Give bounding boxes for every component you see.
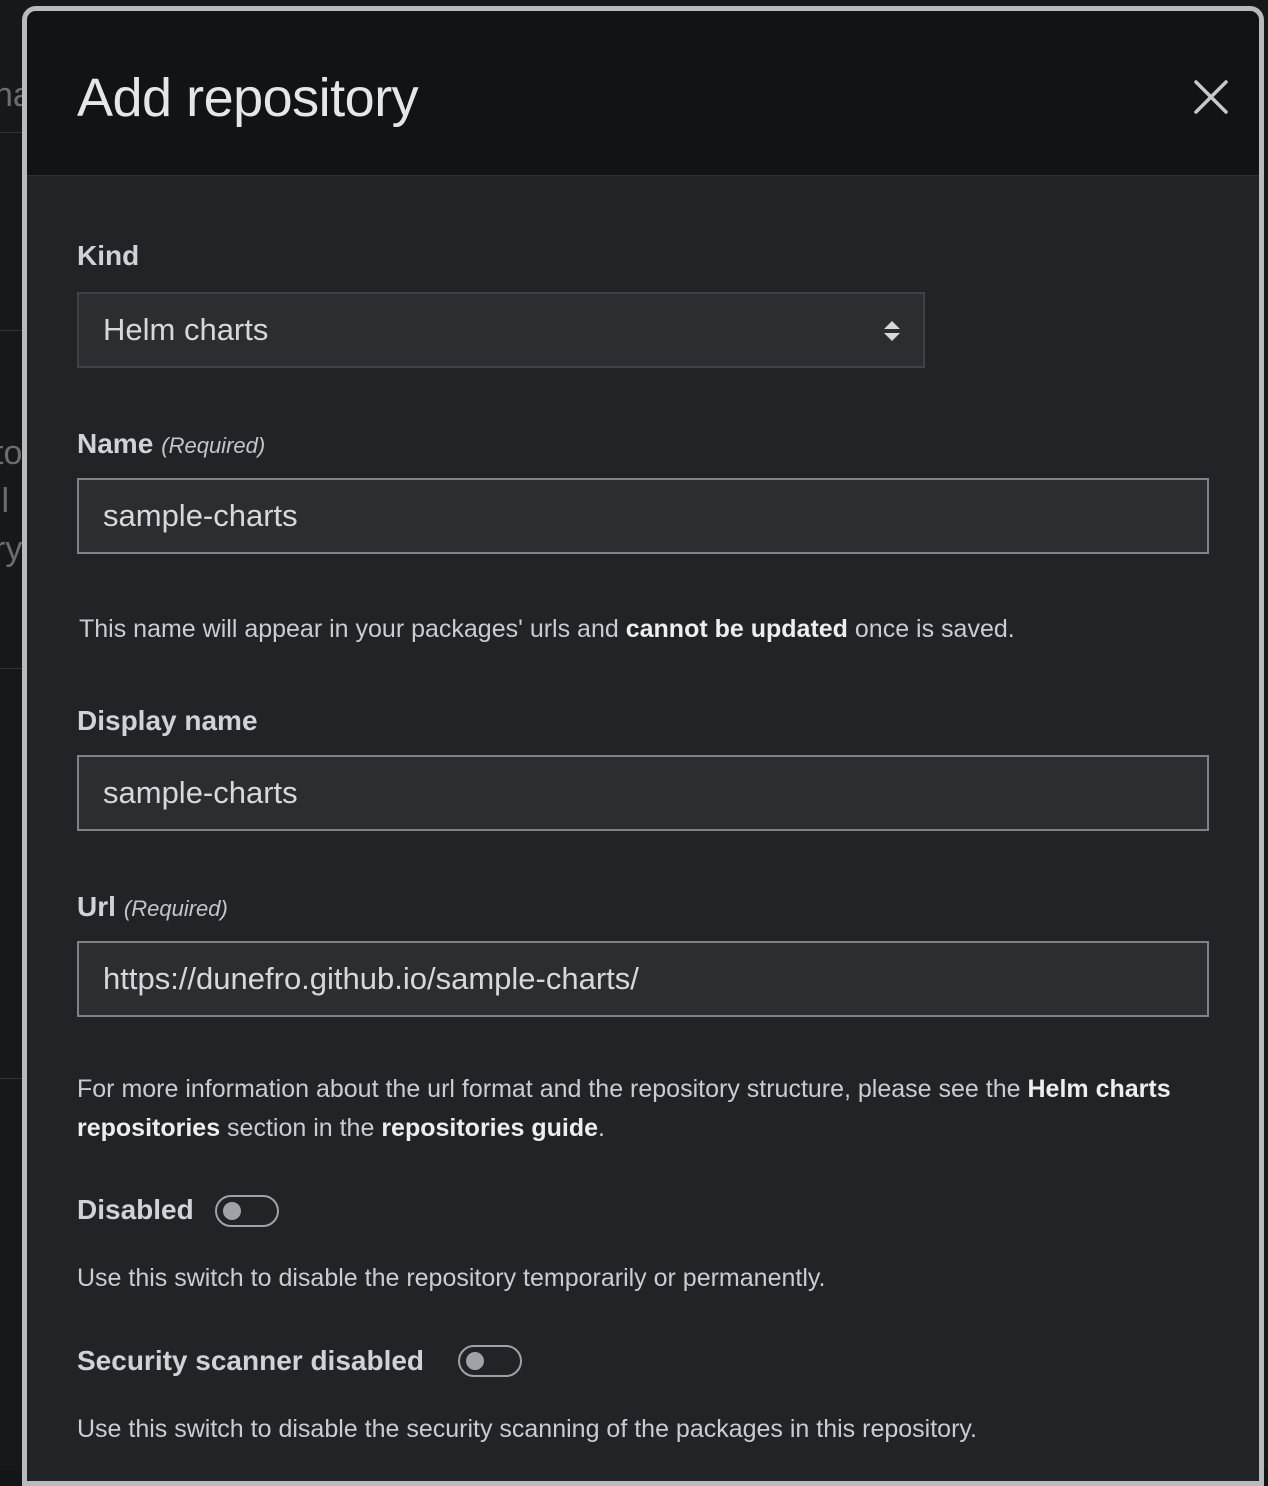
url-input[interactable]: https://dunefro.github.io/sample-charts/ — [77, 941, 1209, 1017]
background-text: ry — [0, 530, 23, 568]
display-name-label: Display name — [77, 705, 258, 736]
disabled-toggle[interactable] — [215, 1195, 279, 1227]
url-help-text: For more information about the url forma… — [77, 1075, 1171, 1142]
scanner-help-text: Use this switch to disable the security … — [77, 1415, 977, 1443]
display-name-input[interactable]: sample-charts — [77, 755, 1209, 831]
close-icon — [1194, 80, 1228, 114]
name-help-text: This name will appear in your packages' … — [79, 615, 1015, 643]
display-name-input-value: sample-charts — [103, 775, 298, 810]
toggle-knob — [466, 1352, 484, 1370]
add-repository-modal: Add repository Kind Helm charts Name (Req… — [22, 6, 1264, 1486]
modal-header: Add repository — [27, 11, 1259, 176]
name-label: Name (Required) — [77, 428, 266, 459]
scanner-toggle[interactable] — [458, 1345, 522, 1377]
disabled-help-text: Use this switch to disable the repositor… — [77, 1264, 826, 1292]
select-arrows-icon — [884, 321, 900, 341]
kind-selected-value: Helm charts — [103, 312, 269, 347]
kind-select[interactable]: Helm charts — [77, 292, 925, 368]
url-label: Url (Required) — [77, 891, 228, 922]
required-marker: (Required) — [123, 896, 228, 921]
repositories-guide-link[interactable]: repositories guide — [381, 1114, 598, 1142]
close-button[interactable] — [1189, 75, 1233, 119]
modal-title: Add repository — [77, 68, 419, 128]
name-input[interactable]: sample-charts — [77, 478, 1209, 554]
disabled-label: Disabled — [77, 1194, 194, 1225]
name-help-emphasis: cannot be updated — [625, 615, 848, 643]
toggle-knob — [223, 1202, 241, 1220]
scanner-label: Security scanner disabled — [77, 1345, 425, 1376]
url-input-value: https://dunefro.github.io/sample-charts/ — [103, 961, 639, 996]
background-text: to — [0, 434, 23, 472]
name-input-value: sample-charts — [103, 498, 298, 533]
background-text: ll — [0, 482, 10, 520]
required-marker: (Required) — [161, 433, 266, 458]
kind-label: Kind — [77, 240, 140, 271]
